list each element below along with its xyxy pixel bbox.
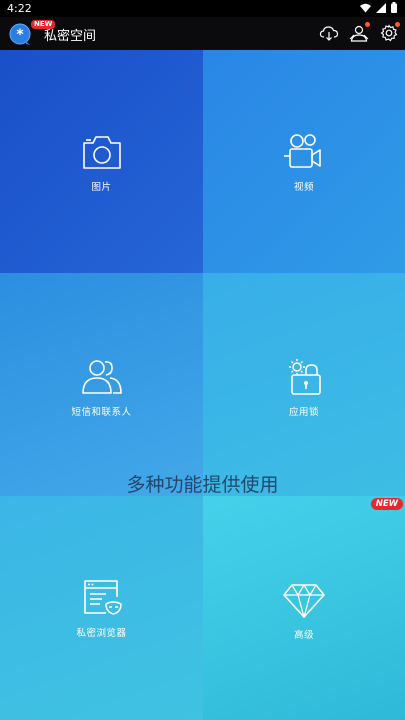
camera-icon [82,136,121,169]
status-bar: 4:22 [0,0,405,17]
app-actions [319,22,400,44]
cloud-download-icon [319,26,339,41]
tile-label: 高级 [293,630,314,641]
battery-icon [391,2,397,13]
status-time: 4:22 [7,2,32,15]
new-badge-advanced: NEW [370,498,403,510]
tile-label: 应用锁 [288,407,319,418]
tile-label: 图片 [91,182,112,193]
cloud-sync-button[interactable] [319,22,339,44]
app-title: 私密空间 [44,29,97,44]
app-bar: * NEW 私密空间 [0,17,405,50]
tile-label: 短信和联系人 [71,407,132,418]
feature-tagline: 多种功能提供使用 [126,474,279,496]
tile-private-browser[interactable]: 私密浏览器 [0,496,203,720]
tile-videos[interactable]: 视频 [203,50,405,273]
signal-icon [376,2,386,13]
tile-label: 视频 [293,182,314,193]
tile-label: 私密浏览器 [76,628,127,639]
contacts-icon [81,360,122,394]
account-button[interactable] [349,22,370,44]
tile-sms-contacts[interactable]: 短信和联系人 [0,273,203,496]
notification-dot [365,22,370,27]
diamond-icon [283,584,325,618]
svg-text:*: * [16,27,24,43]
settings-button[interactable] [379,22,400,44]
feature-grid: 图片 视频 短信和联系人 应用锁 私密浏览器 高级 [0,50,405,720]
status-icons [360,2,397,13]
private-space-logo-icon: * [9,23,31,45]
app-logo[interactable]: * NEW [9,20,56,45]
app-lock-icon [289,359,321,395]
tile-advanced[interactable]: 高级 [203,496,405,720]
notification-dot [395,22,400,27]
tile-app-lock[interactable]: 应用锁 [203,273,405,496]
tile-photos[interactable]: 图片 [0,50,203,273]
video-camera-icon [284,134,321,168]
private-browser-icon [83,580,122,615]
wifi-icon [360,3,371,12]
